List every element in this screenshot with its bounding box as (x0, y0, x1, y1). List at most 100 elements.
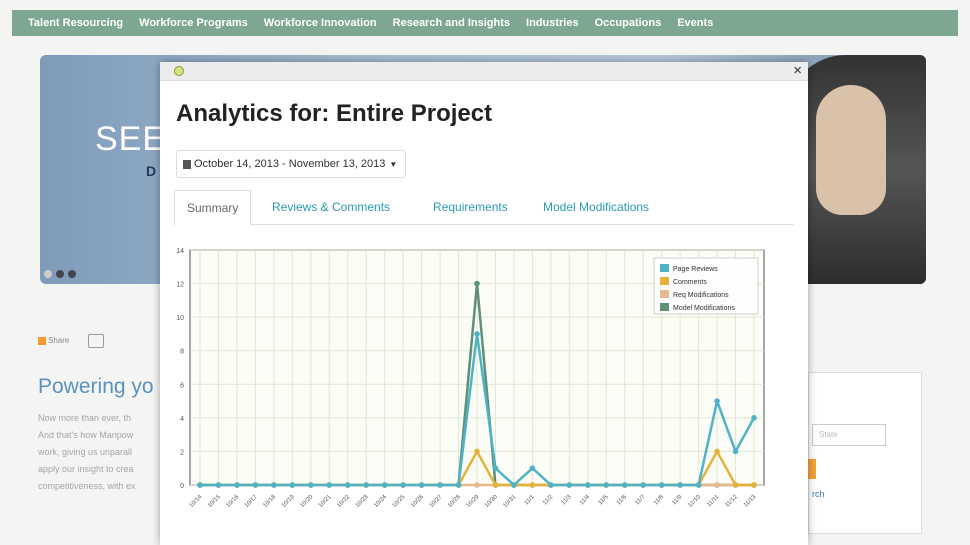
nav-item[interactable]: Occupations (595, 17, 662, 29)
x-tick-label: 10/28 (447, 494, 462, 509)
data-point (677, 482, 683, 488)
data-point (732, 482, 739, 488)
nav-item[interactable]: Talent Resourcing (28, 17, 123, 29)
y-tick-label: 8 (180, 349, 184, 356)
analytics-tabs: Summary Reviews & Comments Requirements … (174, 190, 794, 226)
legend-label: Req Modifications (673, 292, 729, 299)
analytics-line-chart: 0 2 4 6 8 10 12 14 10/14 10/15 10/16 10/17 10/18 10/1… (176, 248, 765, 509)
data-point (234, 482, 240, 488)
data-point (474, 280, 480, 287)
tab-summary[interactable]: Summary (174, 190, 252, 226)
hero-headline: SEE (95, 120, 167, 158)
data-point (640, 482, 646, 488)
data-point (585, 482, 591, 488)
data-point (437, 482, 443, 488)
carousel-dot[interactable] (56, 270, 64, 278)
x-tick-label: 10/24 (373, 494, 388, 509)
x-tick-label: 10/14 (189, 494, 204, 509)
data-point (455, 482, 462, 488)
carousel-dots[interactable] (44, 270, 76, 278)
carousel-dot[interactable] (44, 270, 52, 278)
nav-item[interactable]: Industries (526, 17, 579, 29)
x-tick-label: 10/16 (225, 494, 240, 509)
data-point (474, 482, 480, 488)
y-tick-label: 6 (180, 382, 184, 389)
share-icon (38, 336, 46, 345)
data-point (714, 482, 720, 488)
data-point (363, 482, 369, 488)
analytics-modal: × Analytics for: Entire Project October … (160, 62, 808, 545)
page-paragraph: Now more than ever, th And that's how Man… (38, 410, 160, 495)
modal-titlebar[interactable]: × (160, 62, 808, 81)
x-tick-label: 10/19 (281, 494, 296, 509)
modal-title: Analytics for: Entire Project (176, 100, 493, 127)
share-link[interactable]: Share (38, 336, 69, 345)
carousel-dot[interactable] (68, 270, 76, 278)
x-tick-label: 11/7 (634, 494, 647, 507)
x-tick-label: 11/5 (597, 494, 610, 507)
data-point (714, 448, 720, 455)
nav-item[interactable]: Workforce Programs (139, 17, 248, 29)
tab-model-modifications[interactable]: Model Modifications (543, 190, 649, 224)
data-point (548, 482, 554, 488)
x-tick-label: 10/17 (244, 494, 259, 509)
x-tick-label: 10/30 (484, 494, 499, 509)
paragraph-line: apply our insight to crea (38, 464, 134, 474)
data-point (197, 482, 203, 488)
paragraph-line: competitiveness, with ex (38, 481, 136, 491)
calendar-icon (183, 159, 191, 169)
paragraph-line: Now more than ever, th (38, 413, 132, 423)
y-tick-label: 12 (176, 282, 184, 289)
data-point (344, 482, 351, 488)
x-tick-label: 11/2 (542, 494, 555, 507)
x-tick-label: 11/10 (687, 494, 702, 509)
nav-item[interactable]: Events (677, 17, 713, 29)
close-icon[interactable]: × (793, 62, 802, 79)
tab-reviews-comments[interactable]: Reviews & Comments (272, 190, 390, 224)
print-icon[interactable] (88, 334, 104, 348)
data-point (326, 482, 333, 488)
legend-swatch (660, 303, 669, 311)
state-input[interactable]: State (812, 424, 886, 446)
x-tick-label: 10/31 (502, 494, 517, 509)
legend-swatch (660, 277, 669, 285)
y-tick-label: 2 (180, 449, 184, 456)
x-tick-label: 11/13 (743, 494, 758, 509)
hero-face (816, 85, 886, 215)
data-point (252, 482, 259, 488)
date-range-picker[interactable]: October 14, 2013 - November 13, 2013 ▼ (176, 150, 407, 178)
tab-requirements[interactable]: Requirements (433, 190, 508, 224)
page-heading: Powering yo (38, 375, 154, 398)
data-point (474, 331, 480, 337)
x-tick-label: 11/4 (579, 494, 592, 507)
nav-item[interactable]: Research and Insights (393, 17, 510, 29)
site-top-nav: Talent Resourcing Workforce Programs Workf… (12, 10, 958, 36)
x-tick-label: 11/12 (724, 494, 739, 509)
x-tick-label: 11/6 (616, 494, 629, 507)
data-point (289, 482, 296, 488)
data-point (751, 482, 757, 488)
caret-down-icon: ▼ (389, 159, 398, 169)
data-point (603, 482, 610, 488)
data-point (751, 415, 757, 421)
search-link[interactable]: rch (812, 489, 825, 499)
data-point (658, 482, 665, 488)
x-tick-label: 10/18 (262, 494, 277, 509)
data-point (400, 482, 406, 488)
nav-item[interactable]: Workforce Innovation (264, 17, 377, 29)
data-point (529, 465, 536, 472)
x-tick-label: 10/20 (299, 494, 314, 509)
data-point (308, 482, 314, 488)
hero-subtext: D (146, 163, 157, 179)
x-tick-label: 10/29 (466, 494, 481, 509)
data-point (566, 482, 573, 488)
x-tick-label: 10/21 (318, 494, 333, 509)
data-point (215, 482, 222, 488)
legend-swatch (660, 264, 669, 272)
x-tick-label: 10/26 (410, 494, 425, 509)
data-point (621, 482, 628, 488)
data-point (418, 482, 425, 488)
side-button[interactable] (808, 459, 816, 479)
x-tick-label: 11/8 (653, 494, 666, 507)
data-point (529, 482, 536, 488)
